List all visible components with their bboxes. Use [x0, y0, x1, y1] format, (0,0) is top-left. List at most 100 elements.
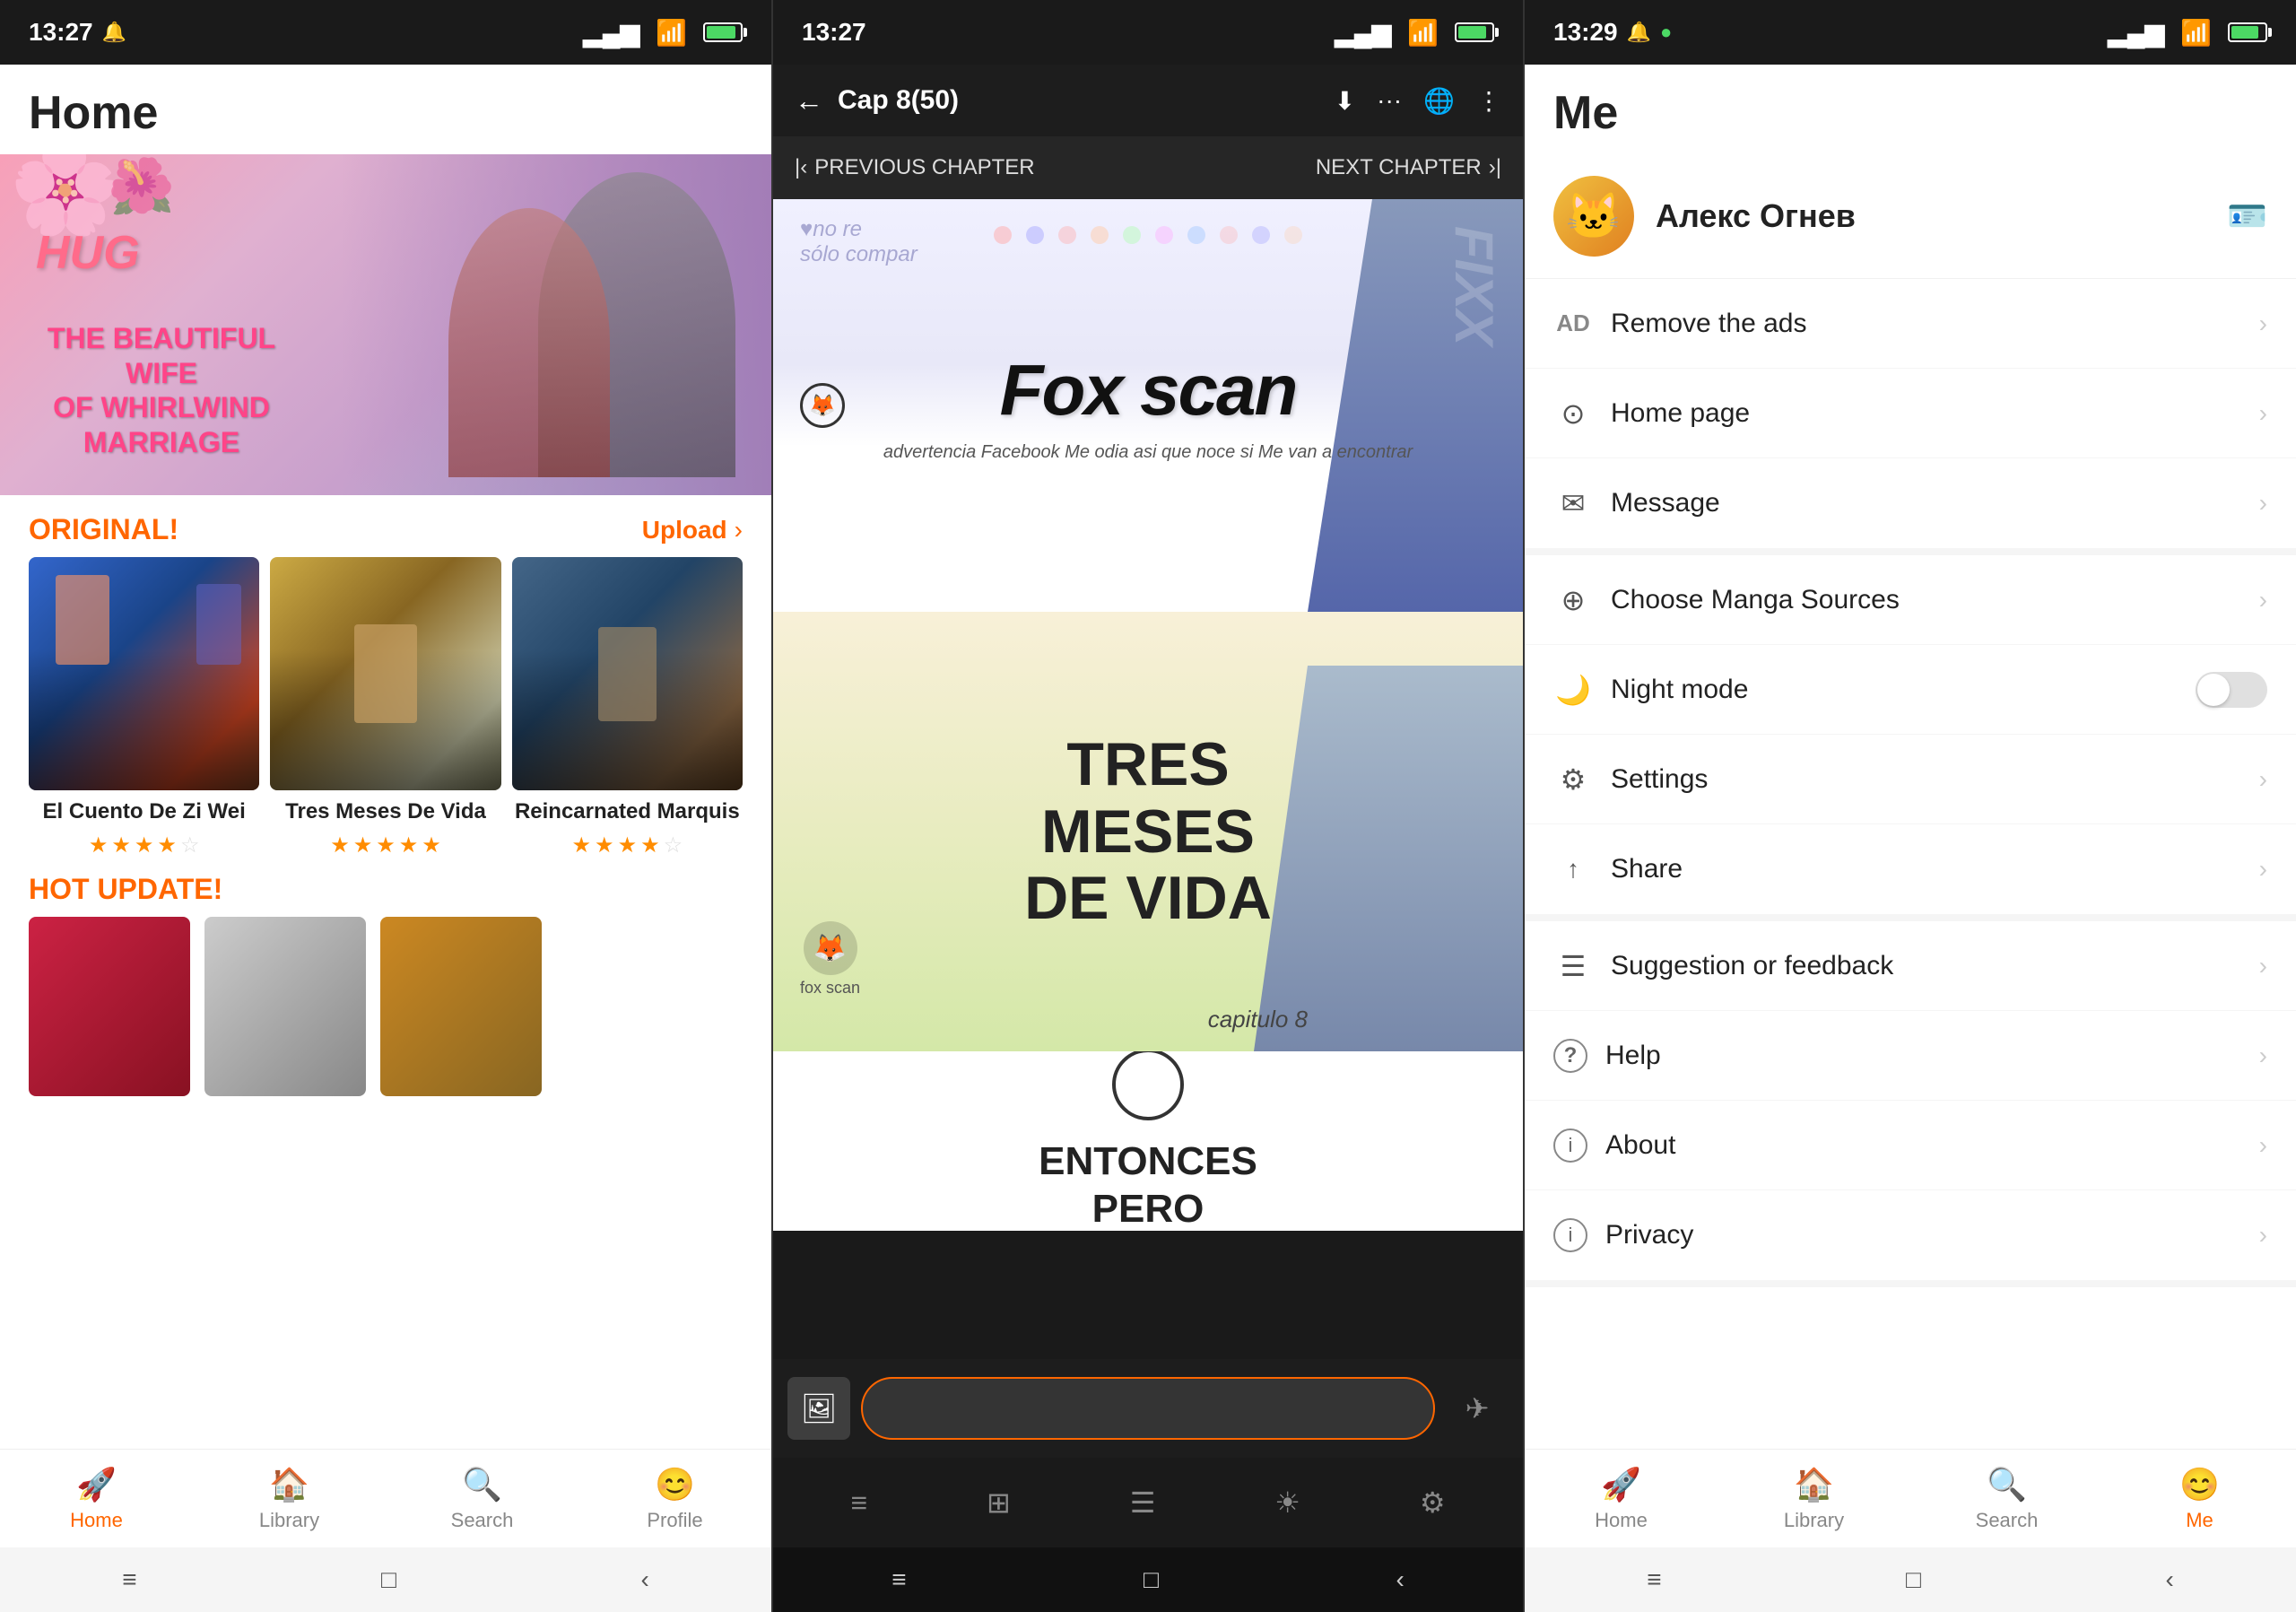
chat-icon[interactable]: ··· — [1377, 86, 1402, 115]
upload-label: Upload — [642, 516, 727, 545]
back-button[interactable]: ← — [795, 84, 823, 118]
tres-meses-title: TRESMESESDE VIDA — [1024, 731, 1272, 932]
nav-profile[interactable]: 😊 Profile — [578, 1450, 771, 1547]
home-banner[interactable]: 🌸 🌺 HUG THE BEAUTIFUL WIFEOF WHIRLWINDMA… — [0, 154, 771, 495]
menu-item-privacy[interactable]: i Privacy › — [1525, 1190, 2296, 1280]
func-menu-btn[interactable]: ≡ — [850, 1486, 867, 1520]
upload-arrow-icon: › — [735, 516, 743, 545]
nav-home[interactable]: 🚀 Home — [0, 1450, 193, 1547]
settings-icon: ⚙ — [1420, 1486, 1446, 1520]
battery-icon-me — [2228, 22, 2267, 42]
star-icon: ★ — [595, 832, 614, 858]
star-icon: ☆ — [664, 832, 683, 858]
func-settings-btn[interactable]: ⚙ — [1420, 1486, 1446, 1520]
star-icon: ★ — [111, 832, 131, 858]
more-icon[interactable]: ⋮ — [1476, 86, 1501, 116]
about-arrow-icon: › — [2259, 1131, 2267, 1160]
settings-label: Settings — [1611, 764, 2241, 795]
download-icon[interactable]: ⬇ — [1335, 86, 1355, 116]
reader-header: ← Cap 8(50) ⬇ ··· 🌐 ⋮ — [773, 65, 1523, 136]
search-nav-icon: 🔍 — [462, 1466, 502, 1503]
func-grid-btn[interactable]: ⊞ — [987, 1486, 1011, 1520]
nav-me-home[interactable]: 🚀 Home — [1525, 1450, 1718, 1547]
profile-edit-icon[interactable]: 🪪 — [2227, 197, 2267, 235]
reader-function-bar: ≡ ⊞ ☰ ☀ ⚙ — [773, 1458, 1523, 1547]
homepage-arrow-icon: › — [2259, 399, 2267, 428]
help-icon: ? — [1553, 1039, 1587, 1073]
manga-card-1[interactable]: El Cuento De Zi Wei ★ ★ ★ ★ ☆ — [29, 557, 259, 858]
nav-me-me[interactable]: 😊 Me — [2103, 1450, 2296, 1547]
back-sys-btn[interactable]: ‹ — [640, 1565, 648, 1594]
hot-card-1[interactable] — [29, 917, 190, 1096]
menu-item-night-mode[interactable]: 🌙 Night mode — [1525, 645, 2296, 735]
image-picker-button[interactable]: 🖼 — [787, 1377, 850, 1440]
nav-me-home-label: Home — [1595, 1509, 1648, 1532]
send-button[interactable]: ✈ — [1446, 1377, 1509, 1440]
manga-sources-icon: ⊕ — [1553, 583, 1593, 617]
username-text: Алекс Огнев — [1656, 197, 2205, 235]
prev-chapter-button[interactable]: |‹ PREVIOUS CHAPTER — [795, 155, 1035, 180]
nav-me-search-label: Search — [1976, 1509, 2039, 1532]
menu-icon: ≡ — [850, 1486, 867, 1520]
library-nav-icon: 🏠 — [269, 1466, 309, 1503]
toggle-knob — [2197, 674, 2230, 706]
banner-title: THE BEAUTIFUL WIFEOF WHIRLWINDMARRIAGE — [18, 321, 305, 459]
manga-cover-3 — [512, 557, 743, 790]
hot-card-2[interactable] — [204, 917, 366, 1096]
square-sys-btn-reader[interactable]: □ — [1144, 1565, 1159, 1594]
manga-title-2: Tres Meses De Vida — [270, 797, 500, 825]
nav-me-search[interactable]: 🔍 Search — [1910, 1450, 2103, 1547]
prev-chevron-icon: |‹ — [795, 155, 807, 180]
menu-item-message[interactable]: ✉ Message › — [1525, 458, 2296, 548]
manga-card-2[interactable]: Tres Meses De Vida ★ ★ ★ ★ ★ — [270, 557, 500, 858]
back-sys-btn-reader[interactable]: ‹ — [1396, 1565, 1404, 1594]
manga-grid: El Cuento De Zi Wei ★ ★ ★ ★ ☆ Tres Meses… — [0, 557, 771, 858]
star-icon: ★ — [618, 832, 638, 858]
menu-item-about[interactable]: i About › — [1525, 1101, 2296, 1190]
menu-sys-btn[interactable]: ≡ — [122, 1565, 136, 1594]
hot-section-label: HOT UPDATE! — [0, 858, 771, 917]
watermark-text: ♥no resólo compar — [800, 217, 918, 267]
night-mode-toggle[interactable] — [2196, 672, 2267, 708]
nav-library[interactable]: 🏠 Library — [193, 1450, 386, 1547]
menu-group-3: ☰ Suggestion or feedback › ? Help › i Ab… — [1525, 921, 2296, 1287]
book-icon: ☰ — [1130, 1486, 1156, 1520]
func-brightness-btn[interactable]: ☀ — [1274, 1486, 1300, 1520]
manga-card-3[interactable]: Reincarnated Marquis ★ ★ ★ ★ ☆ — [512, 557, 743, 858]
func-book-btn[interactable]: ☰ — [1130, 1486, 1156, 1520]
reader-panel: 13:27 ▂▄▆ 📶 ← Cap 8(50) ⬇ ··· 🌐 ⋮ |‹ PRE… — [771, 0, 1525, 1612]
bottom-nav-home: 🚀 Home 🏠 Library 🔍 Search 😊 Profile — [0, 1449, 771, 1547]
square-sys-btn-me[interactable]: □ — [1906, 1565, 1921, 1594]
avatar[interactable]: 🐱 — [1553, 176, 1634, 257]
menu-item-share[interactable]: ↑ Share › — [1525, 824, 2296, 914]
time-display-me: 13:29 — [1553, 18, 1618, 47]
message-icon: ✉ — [1553, 486, 1593, 520]
menu-sys-btn-reader[interactable]: ≡ — [891, 1565, 906, 1594]
homepage-label: Home page — [1611, 398, 2241, 429]
next-chapter-button[interactable]: NEXT CHAPTER ›| — [1316, 155, 1501, 180]
upload-button[interactable]: Upload › — [642, 516, 743, 545]
comment-input[interactable] — [861, 1377, 1435, 1440]
menu-item-help[interactable]: ? Help › — [1525, 1011, 2296, 1101]
back-sys-btn-me[interactable]: ‹ — [2165, 1565, 2173, 1594]
privacy-arrow-icon: › — [2259, 1221, 2267, 1250]
manga-stars-3: ★ ★ ★ ★ ☆ — [512, 832, 743, 858]
manga-page-3: ENTONCESPERO — [773, 1051, 1523, 1231]
globe-icon[interactable]: 🌐 — [1423, 86, 1455, 116]
manga-title-3: Reincarnated Marquis — [512, 797, 743, 825]
nav-me-library[interactable]: 🏠 Library — [1718, 1450, 1910, 1547]
menu-item-ads[interactable]: AD Remove the ads › — [1525, 279, 2296, 369]
manga-stars-1: ★ ★ ★ ★ ☆ — [29, 832, 259, 858]
menu-item-homepage[interactable]: ⊙ Home page › — [1525, 369, 2296, 458]
menu-item-settings[interactable]: ⚙ Settings › — [1525, 735, 2296, 824]
settings-menu-icon: ⚙ — [1553, 762, 1593, 797]
hot-card-3[interactable] — [380, 917, 542, 1096]
original-label: ORIGINAL! — [29, 513, 178, 546]
menu-item-manga-sources[interactable]: ⊕ Choose Manga Sources › — [1525, 555, 2296, 645]
menu-item-suggestion[interactable]: ☰ Suggestion or feedback › — [1525, 921, 2296, 1011]
nav-search[interactable]: 🔍 Search — [386, 1450, 578, 1547]
home-panel: 13:27 🔔 ▂▄▆ 📶 Home 🌸 🌺 HUG THE BEAUTIFUL… — [0, 0, 771, 1612]
square-sys-btn[interactable]: □ — [381, 1565, 396, 1594]
help-label: Help — [1605, 1041, 2241, 1071]
menu-sys-btn-me[interactable]: ≡ — [1647, 1565, 1661, 1594]
